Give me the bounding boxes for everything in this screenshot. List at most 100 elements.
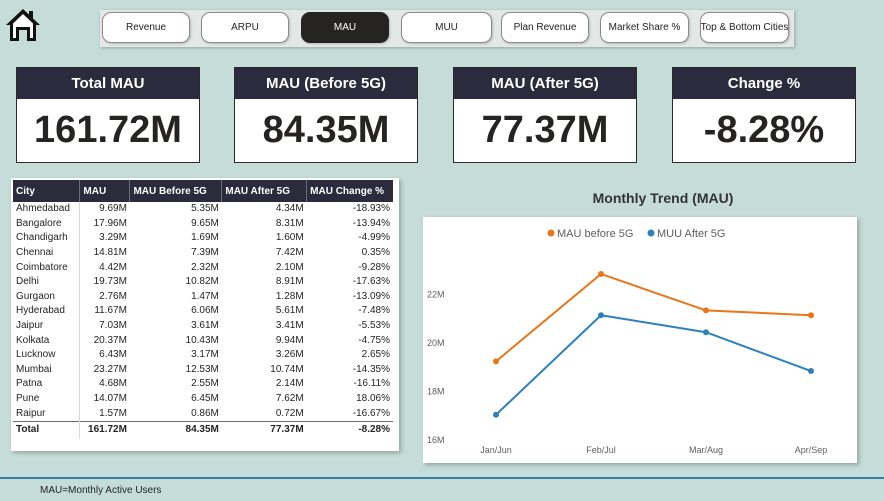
table-row[interactable]: Pune 14.07M 6.45M 7.62M 18.06% xyxy=(13,391,393,407)
legend-label: MUU After 5G xyxy=(657,228,725,240)
table-row[interactable]: Kolkata 20.37M 10.43M 9.94M -4.75% xyxy=(13,333,393,348)
table-cell: 7.62M xyxy=(275,393,304,405)
table-row[interactable]: Patna 4.68M 2.55M 2.14M -16.11% xyxy=(13,377,393,392)
table-cell: 2.76M xyxy=(99,290,127,302)
data-point xyxy=(703,307,709,314)
data-point xyxy=(493,358,499,365)
data-point xyxy=(808,312,814,319)
table-cell: 6.43M xyxy=(99,349,127,361)
table-cell: 3.61M xyxy=(191,320,219,332)
table-cell: 1.47M xyxy=(191,290,219,302)
column-header-mau-change[interactable]: MAU Change % xyxy=(306,180,393,202)
table-row[interactable]: Chennai 14.81M 7.39M 7.42M 0.35% xyxy=(13,245,393,261)
table-cell: 11.67M xyxy=(94,305,127,317)
table-row[interactable]: Coimbatore 4.42M 2.32M 2.10M -9.28% xyxy=(13,260,393,275)
y-tick-label: 20M xyxy=(427,338,445,348)
table-row[interactable]: Delhi 19.73M 10.82M 8.91M -17.63% xyxy=(13,274,393,290)
table-cell: -7.48% xyxy=(358,305,390,317)
nav-button-revenue[interactable]: Revenue xyxy=(102,12,190,43)
series-line xyxy=(495,314,812,416)
table-cell: 0.72M xyxy=(275,407,304,419)
table-cell: 7.03M xyxy=(99,320,127,332)
table-cell: -13.09% xyxy=(352,290,390,302)
series-line xyxy=(495,272,812,363)
table-cell: 9.94M xyxy=(275,334,304,346)
table-cell: -14.35% xyxy=(352,363,390,375)
table-cell: 8.91M xyxy=(275,276,304,288)
table-cell: 17.96M xyxy=(93,217,127,229)
table-cell: Hyderabad xyxy=(13,304,81,319)
nav-button-arpu[interactable]: ARPU xyxy=(201,12,289,43)
data-point xyxy=(598,312,604,319)
table-cell: 1.69M xyxy=(191,232,219,244)
table-cell: Gurgaon xyxy=(13,289,81,305)
table-total-row: Total 161.72M 84.35M 77.37M -8.28% xyxy=(13,420,393,438)
table-cell: Ahmedabad xyxy=(13,202,81,217)
table-row[interactable]: Gurgaon 2.76M 1.47M 1.28M -13.09% xyxy=(13,289,393,305)
table-cell: 0.35% xyxy=(361,247,390,259)
home-icon[interactable] xyxy=(4,7,42,43)
table-cell: Delhi xyxy=(13,274,81,290)
column-header-mau[interactable]: MAU xyxy=(79,180,131,202)
table-cell: -16.67% xyxy=(352,407,390,419)
table-cell: 7.42M xyxy=(275,247,304,259)
table-cell: Chennai xyxy=(13,245,81,261)
table-cell: 2.10M xyxy=(275,261,304,273)
table-cell: 12.53M xyxy=(185,363,219,375)
table-row[interactable]: Bangalore 17.96M 9.65M 8.31M -13.94% xyxy=(13,216,393,232)
table-row[interactable]: Lucknow 6.43M 3.17M 3.26M 2.65% xyxy=(13,347,393,363)
kpi-card-change-pct: Change % -8.28% xyxy=(672,67,856,163)
monthly-trend-chart: 16M 18M 20M 22M Jan/Jun Feb/Jul Mar/Aug Apr/Sep… xyxy=(423,217,857,463)
table-cell: Lucknow xyxy=(13,347,81,363)
table-cell: Chandigarh xyxy=(13,231,81,246)
table-cell: 10.74M xyxy=(270,363,304,375)
table-row[interactable]: Raipur 1.57M 0.86M 0.72M -16.67% xyxy=(13,406,393,422)
kpi-card-mau-after-5g: MAU (After 5G) 77.37M xyxy=(453,67,637,163)
table-cell: 1.28M xyxy=(275,290,304,302)
legend-label: MAU before 5G xyxy=(557,228,633,240)
y-tick-label: 16M xyxy=(427,435,445,445)
legend-marker xyxy=(547,229,555,237)
table-row[interactable]: Hyderabad 11.67M 6.06M 5.61M -7.48% xyxy=(13,304,393,319)
column-header-mau-after-5g[interactable]: MAU After 5G xyxy=(221,180,308,202)
table-cell: 0.86M xyxy=(191,407,219,419)
table-cell: 5.61M xyxy=(275,305,304,317)
column-header-city[interactable]: City xyxy=(13,180,81,202)
table-cell: 4.68M xyxy=(99,378,127,390)
table-cell: 3.26M xyxy=(275,349,304,361)
table-cell: 2.14M xyxy=(275,378,304,390)
table-cell: 10.43M xyxy=(185,334,219,346)
footer-divider xyxy=(0,477,884,479)
city-mau-table-panel: City MAU MAU Before 5G MAU After 5G MAU … xyxy=(11,178,399,451)
table-row[interactable]: Mumbai 23.27M 12.53M 10.74M -14.35% xyxy=(13,362,393,378)
table-cell: -4.99% xyxy=(358,232,390,244)
table-cell: 10.82M xyxy=(185,276,219,288)
table-cell: 18.06% xyxy=(356,393,390,405)
kpi-value: 77.37M xyxy=(481,109,609,151)
table-cell: 20.37M xyxy=(93,334,127,346)
nav-button-plan-revenue[interactable]: Plan Revenue xyxy=(501,12,589,43)
table-cell: 5.35M xyxy=(191,203,219,215)
table-cell: 2.65% xyxy=(361,349,390,361)
x-tick-label: Feb/Jul xyxy=(586,445,616,455)
line-chart-svg: 16M 18M 20M 22M Jan/Jun Feb/Jul Mar/Aug Apr/Sep… xyxy=(427,228,828,455)
city-mau-table: City MAU MAU Before 5G MAU After 5G MAU … xyxy=(13,180,393,438)
x-tick-label: Jan/Jun xyxy=(480,445,512,455)
table-cell: 6.06M xyxy=(191,305,219,317)
column-header-mau-before-5g[interactable]: MAU Before 5G xyxy=(129,180,223,202)
nav-button-market-share[interactable]: Market Share % xyxy=(600,12,689,43)
chart-title: Monthly Trend (MAU) xyxy=(592,190,734,206)
table-header-row: City MAU MAU Before 5G MAU After 5G MAU … xyxy=(13,180,393,202)
kpi-value: 161.72M xyxy=(34,109,182,151)
table-cell: 3.29M xyxy=(99,232,127,244)
nav-button-mau[interactable]: MAU xyxy=(301,12,389,43)
nav-button-muu[interactable]: MUU xyxy=(401,12,492,43)
table-row[interactable]: Chandigarh 3.29M 1.69M 1.60M -4.99% xyxy=(13,231,393,246)
table-cell: 4.34M xyxy=(275,203,304,215)
table-row[interactable]: Jaipur 7.03M 3.61M 3.41M -5.53% xyxy=(13,318,393,334)
table-row[interactable]: Ahmedabad 9.69M 5.35M 4.34M -18.93% xyxy=(13,202,393,217)
kpi-card-total-mau: Total MAU 161.72M xyxy=(16,67,200,163)
table-total-cell: 84.35M xyxy=(129,420,222,438)
nav-button-top-bottom-cities[interactable]: Top & Bottom Cities xyxy=(700,12,789,43)
x-tick-label: Apr/Sep xyxy=(795,445,828,455)
